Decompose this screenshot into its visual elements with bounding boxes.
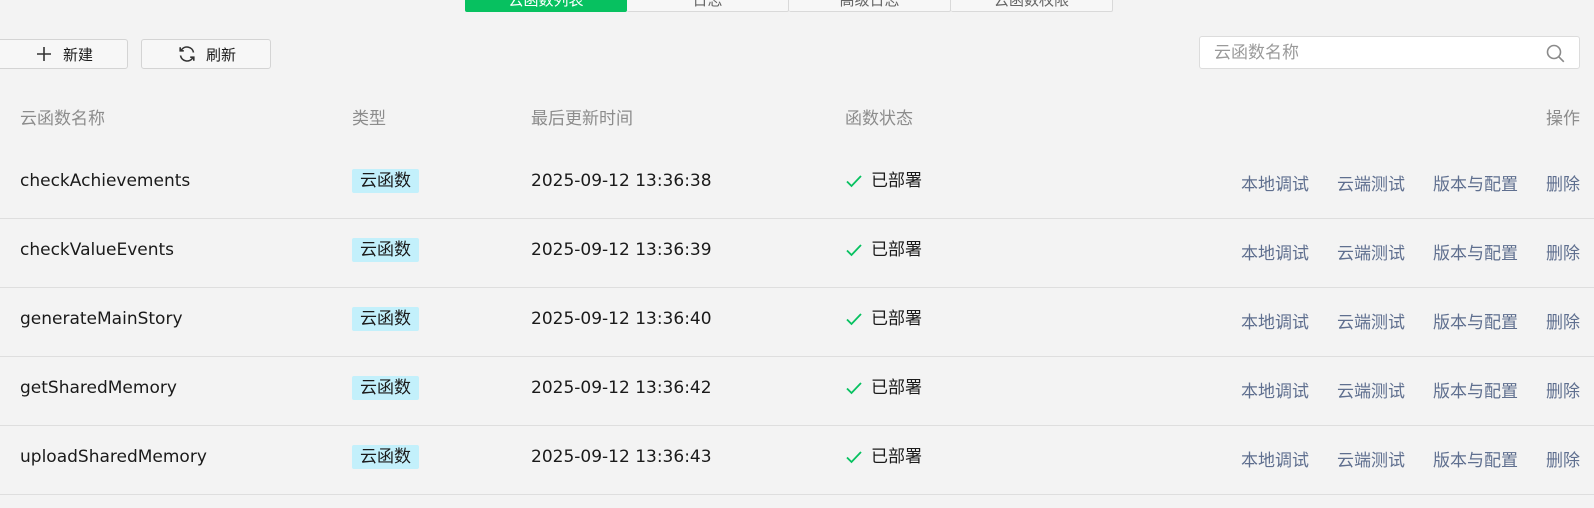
status-cell: 已部署	[845, 376, 922, 400]
refresh-button[interactable]: 刷新	[141, 39, 271, 69]
function-table-body: checkAchievements 云函数 2025-09-12 13:36:3…	[0, 150, 1594, 495]
status-text: 已部署	[871, 447, 922, 467]
delete-link[interactable]: 删除	[1546, 239, 1580, 264]
updated-time: 2025-09-12 13:36:39	[531, 240, 712, 260]
tab-advanced-logs[interactable]: 高级日志	[789, 0, 951, 12]
version-config-link[interactable]: 版本与配置	[1433, 239, 1518, 264]
plus-icon	[33, 46, 55, 62]
delete-link[interactable]: 删除	[1546, 446, 1580, 471]
local-debug-link[interactable]: 本地调试	[1241, 239, 1309, 264]
local-debug-link[interactable]: 本地调试	[1241, 308, 1309, 333]
delete-link[interactable]: 删除	[1546, 377, 1580, 402]
updated-time: 2025-09-12 13:36:38	[531, 171, 712, 191]
function-name: checkValueEvents	[20, 240, 175, 260]
status-text: 已部署	[871, 171, 922, 191]
status-text: 已部署	[871, 378, 922, 398]
function-name: getSharedMemory	[20, 378, 177, 398]
type-badge: 云函数	[352, 445, 419, 469]
new-button-label: 新建	[63, 45, 94, 64]
table-row: generateMainStory 云函数 2025-09-12 13:36:4…	[0, 288, 1594, 357]
version-config-link[interactable]: 版本与配置	[1433, 308, 1518, 333]
local-debug-link[interactable]: 本地调试	[1241, 446, 1309, 471]
row-actions: 本地调试 云端测试 版本与配置 删除	[1241, 377, 1580, 402]
type-cell: 云函数	[352, 376, 419, 400]
table-row: uploadSharedMemory 云函数 2025-09-12 13:36:…	[0, 426, 1594, 495]
header-ops: 操作	[1546, 109, 1580, 129]
refresh-icon	[176, 44, 198, 64]
refresh-button-label: 刷新	[206, 45, 237, 64]
cloud-test-link[interactable]: 云端测试	[1337, 308, 1405, 333]
status-cell: 已部署	[845, 238, 922, 262]
local-debug-link[interactable]: 本地调试	[1241, 377, 1309, 402]
check-icon	[845, 242, 863, 258]
function-name: uploadSharedMemory	[20, 447, 207, 467]
tab-function-list[interactable]: 云函数列表	[465, 0, 627, 12]
table-header: 云函数名称 类型 最后更新时间 函数状态 操作	[0, 104, 1594, 132]
table-row: getSharedMemory 云函数 2025-09-12 13:36:42 …	[0, 357, 1594, 426]
cloud-test-link[interactable]: 云端测试	[1337, 239, 1405, 264]
header-updated: 最后更新时间	[531, 109, 633, 129]
search-icon[interactable]	[1546, 44, 1565, 67]
version-config-link[interactable]: 版本与配置	[1433, 446, 1518, 471]
type-cell: 云函数	[352, 445, 419, 469]
type-cell: 云函数	[352, 169, 419, 193]
row-actions: 本地调试 云端测试 版本与配置 删除	[1241, 308, 1580, 333]
updated-time: 2025-09-12 13:36:42	[531, 378, 712, 398]
updated-time: 2025-09-12 13:36:40	[531, 309, 712, 329]
type-badge: 云函数	[352, 238, 419, 262]
delete-link[interactable]: 删除	[1546, 170, 1580, 195]
cloud-functions-page: 云函数列表 日志 高级日志 云函数权限 新建 刷新 云函数名称 云函数名称 类型…	[0, 0, 1594, 508]
function-name: generateMainStory	[20, 309, 183, 329]
updated-time: 2025-09-12 13:36:43	[531, 447, 712, 467]
function-name: checkAchievements	[20, 171, 191, 191]
check-icon	[845, 311, 863, 327]
check-icon	[845, 380, 863, 396]
cloud-test-link[interactable]: 云端测试	[1337, 446, 1405, 471]
status-text: 已部署	[871, 240, 922, 260]
function-tabs: 云函数列表 日志 高级日志 云函数权限	[465, 0, 1113, 12]
status-cell: 已部署	[845, 307, 922, 331]
version-config-link[interactable]: 版本与配置	[1433, 170, 1518, 195]
header-status: 函数状态	[845, 109, 913, 129]
type-cell: 云函数	[352, 307, 419, 331]
new-function-button[interactable]: 新建	[0, 39, 128, 69]
local-debug-link[interactable]: 本地调试	[1241, 170, 1309, 195]
status-text: 已部署	[871, 309, 922, 329]
header-type: 类型	[352, 109, 386, 129]
type-badge: 云函数	[352, 307, 419, 331]
delete-link[interactable]: 删除	[1546, 308, 1580, 333]
tab-function-permissions[interactable]: 云函数权限	[951, 0, 1113, 12]
search-box	[1199, 36, 1580, 69]
status-cell: 已部署	[845, 169, 922, 193]
type-badge: 云函数	[352, 169, 419, 193]
table-row: checkValueEvents 云函数 2025-09-12 13:36:39…	[0, 219, 1594, 288]
type-badge: 云函数	[352, 376, 419, 400]
header-name: 云函数名称	[20, 109, 105, 129]
type-cell: 云函数	[352, 238, 419, 262]
tab-logs[interactable]: 日志	[627, 0, 789, 12]
row-actions: 本地调试 云端测试 版本与配置 删除	[1241, 170, 1580, 195]
cloud-test-link[interactable]: 云端测试	[1337, 170, 1405, 195]
check-icon	[845, 173, 863, 189]
search-input[interactable]	[1200, 37, 1548, 68]
status-cell: 已部署	[845, 445, 922, 469]
version-config-link[interactable]: 版本与配置	[1433, 377, 1518, 402]
row-actions: 本地调试 云端测试 版本与配置 删除	[1241, 446, 1580, 471]
row-actions: 本地调试 云端测试 版本与配置 删除	[1241, 239, 1580, 264]
table-row: checkAchievements 云函数 2025-09-12 13:36:3…	[0, 150, 1594, 219]
check-icon	[845, 449, 863, 465]
cloud-test-link[interactable]: 云端测试	[1337, 377, 1405, 402]
